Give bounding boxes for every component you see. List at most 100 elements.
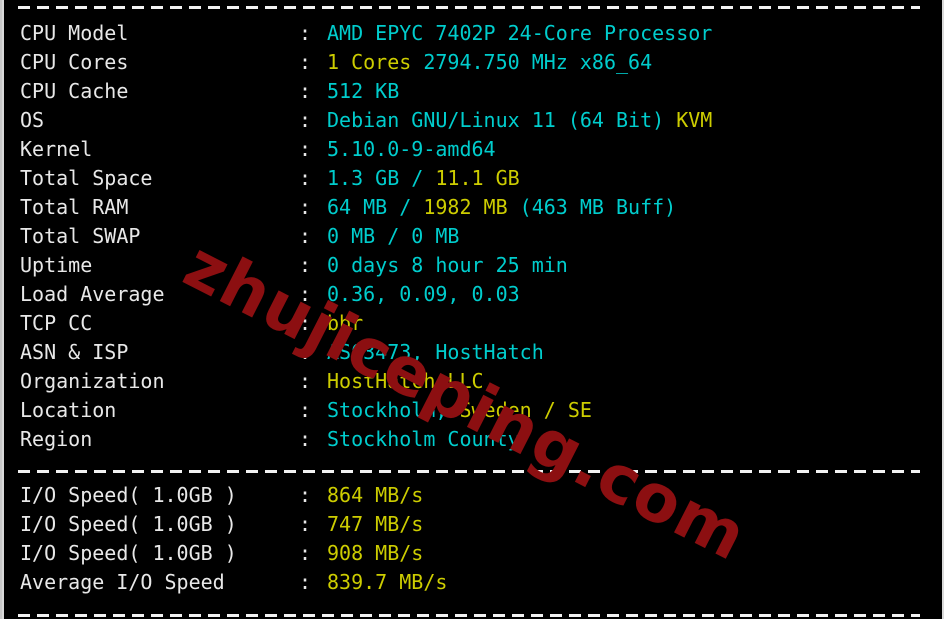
- system-info-value-segment: (463 MB Buff): [507, 195, 677, 219]
- system-info-value-segment: Stockholm County: [327, 427, 520, 451]
- system-info-row: Location: Stockholm, Sweden / SE: [20, 396, 712, 425]
- io-speed-label: I/O Speed( 1.0GB ): [20, 512, 237, 536]
- system-info-row: CPU Model: AMD EPYC 7402P 24-Core Process…: [20, 19, 712, 48]
- system-info-value: 1.3 GB / 11.1 GB: [327, 166, 520, 190]
- system-info-row: Total Space:1.3 GB / 11.1 GB: [20, 164, 712, 193]
- system-info-value-segment: Debian GNU/Linux 11 (64 Bit): [327, 108, 677, 132]
- system-info-value-segment: 1.3 GB /: [327, 166, 436, 190]
- system-info-value: AMD EPYC 7402P 24-Core Processor: [327, 21, 712, 45]
- system-info-value: 1 Cores 2794.750 MHz x86_64: [327, 50, 652, 74]
- system-info-value-segment: 2794.750 MHz x86_64: [411, 50, 653, 74]
- system-info-value-segment: 0 days 8 hour 25 min: [327, 253, 568, 277]
- system-info-row: Kernel:5.10.0-9-amd64: [20, 135, 712, 164]
- system-info-label: CPU Cores: [20, 50, 129, 74]
- colon-separator: :: [299, 483, 312, 507]
- system-info-value: Stockholm County: [327, 427, 520, 451]
- colon-separator: :: [299, 311, 312, 335]
- system-info-row: Total RAM:64 MB / 1982 MB (463 MB Buff): [20, 193, 712, 222]
- system-info-label: TCP CC: [20, 311, 93, 335]
- system-info-row: Region: Stockholm County: [20, 425, 712, 454]
- system-info-label: CPU Model: [20, 21, 129, 45]
- colon-separator: :: [299, 108, 312, 132]
- system-info-value: 512 KB: [327, 79, 399, 103]
- system-info-row: TCP CC: bbr: [20, 309, 712, 338]
- io-speed-row: I/O Speed( 1.0GB ):908 MB/s: [20, 539, 447, 568]
- system-info-label: CPU Cache: [20, 79, 129, 103]
- system-info-value: 64 MB / 1982 MB (463 MB Buff): [327, 195, 676, 219]
- system-info-value: HostHatch LLC: [327, 369, 484, 393]
- system-info-row: CPU Cores:1 Cores 2794.750 MHz x86_64: [20, 48, 712, 77]
- colon-separator: :: [299, 398, 312, 422]
- system-info-value-segment: 5.10.0-9-amd64: [327, 137, 496, 161]
- system-info-label: Uptime: [20, 253, 93, 277]
- colon-separator: :: [299, 50, 312, 74]
- system-info-value-segment: AS63473, HostHatch: [327, 340, 544, 364]
- colon-separator: :: [299, 21, 312, 45]
- system-info-label: Total Space: [20, 166, 153, 190]
- system-info-value-segment: 0 MB / 0 MB: [327, 224, 460, 248]
- terminal-window[interactable]: CPU Model: AMD EPYC 7402P 24-Core Process…: [0, 0, 944, 619]
- colon-separator: :: [299, 570, 312, 594]
- system-info-label: ASN & ISP: [20, 340, 129, 364]
- colon-separator: :: [299, 541, 312, 565]
- io-speed-value: 839.7 MB/s: [327, 570, 447, 594]
- system-info-value-segment: 64 MB /: [327, 195, 424, 219]
- io-speed-row: Average I/O Speed:839.7 MB/s: [20, 568, 447, 597]
- system-info-label: Total SWAP: [20, 224, 141, 248]
- separator-top: [18, 6, 920, 9]
- io-speed-block: I/O Speed( 1.0GB ):864 MB/s I/O Speed( 1.…: [20, 481, 447, 597]
- system-info-row: Total SWAP:0 MB / 0 MB: [20, 222, 712, 251]
- system-info-row: Organization: HostHatch LLC: [20, 367, 712, 396]
- system-info-value-segment: bbr: [327, 311, 364, 335]
- system-info-value-segment: 0.36, 0.09, 0.03: [327, 282, 520, 306]
- system-info-value-segment: HostHatch LLC: [327, 369, 484, 393]
- system-info-value: Stockholm, Sweden / SE: [327, 398, 592, 422]
- system-info-row: CPU Cache:512 KB: [20, 77, 712, 106]
- io-speed-value-segment: 864 MB/s: [327, 483, 424, 507]
- io-speed-value: 747 MB/s: [327, 512, 423, 536]
- system-info-value-segment: KVM: [676, 108, 713, 132]
- io-speed-row: I/O Speed( 1.0GB ):747 MB/s: [20, 510, 447, 539]
- system-info-block: CPU Model: AMD EPYC 7402P 24-Core Process…: [20, 19, 712, 454]
- colon-separator: :: [299, 195, 312, 219]
- system-info-value: 0 days 8 hour 25 min: [327, 253, 568, 277]
- system-info-value-segment: 1 Cores: [327, 50, 412, 74]
- system-info-row: Uptime:0 days 8 hour 25 min: [20, 251, 712, 280]
- system-info-label: OS: [20, 108, 45, 132]
- system-info-label: Total RAM: [20, 195, 129, 219]
- system-info-label: Region: [20, 427, 93, 451]
- system-info-value-segment: 512 KB: [327, 79, 400, 103]
- system-info-label: Organization: [20, 369, 165, 393]
- system-info-value: AS63473, HostHatch: [327, 340, 544, 364]
- system-info-row: OS: Debian GNU/Linux 11 (64 Bit) KVM: [20, 106, 712, 135]
- io-speed-value: 864 MB/s: [327, 483, 423, 507]
- io-speed-label: I/O Speed( 1.0GB ): [20, 483, 237, 507]
- io-speed-value-segment: 839.7 MB/s: [327, 570, 448, 594]
- colon-separator: :: [299, 512, 312, 536]
- io-speed-value: 908 MB/s: [327, 541, 423, 565]
- system-info-value-segment: 11.1 GB: [435, 166, 520, 190]
- colon-separator: :: [299, 369, 312, 393]
- io-speed-label: Average I/O Speed: [20, 570, 225, 594]
- system-info-value-segment: AMD EPYC 7402P 24-Core Processor: [327, 21, 713, 45]
- io-speed-value-segment: 747 MB/s: [327, 512, 424, 536]
- system-info-value-segment: Sweden / SE: [459, 398, 592, 422]
- colon-separator: :: [299, 427, 312, 451]
- colon-separator: :: [299, 79, 312, 103]
- colon-separator: :: [299, 224, 312, 248]
- system-info-value: 0 MB / 0 MB: [327, 224, 459, 248]
- system-info-row: Load Average:0.36, 0.09, 0.03: [20, 280, 712, 309]
- system-info-value: 5.10.0-9-amd64: [327, 137, 496, 161]
- colon-separator: :: [299, 340, 312, 364]
- colon-separator: :: [299, 137, 312, 161]
- colon-separator: :: [299, 282, 312, 306]
- system-info-value: bbr: [327, 311, 363, 335]
- system-info-value: 0.36, 0.09, 0.03: [327, 282, 520, 306]
- colon-separator: :: [299, 166, 312, 190]
- system-info-row: ASN & ISP: AS63473, HostHatch: [20, 338, 712, 367]
- system-info-value: Debian GNU/Linux 11 (64 Bit) KVM: [327, 108, 712, 132]
- colon-separator: :: [299, 253, 312, 277]
- io-speed-label: I/O Speed( 1.0GB ): [20, 541, 237, 565]
- io-speed-row: I/O Speed( 1.0GB ):864 MB/s: [20, 481, 447, 510]
- system-info-value-segment: Stockholm,: [327, 398, 460, 422]
